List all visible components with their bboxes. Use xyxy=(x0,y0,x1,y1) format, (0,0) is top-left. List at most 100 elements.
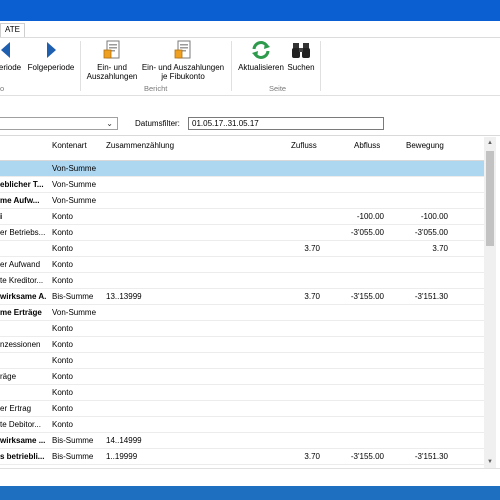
table-row[interactable]: er Aufwand Konto xyxy=(0,257,484,273)
kontenart-cell: Konto xyxy=(52,356,73,365)
kontenart-cell: Konto xyxy=(52,276,73,285)
bewegung-cell: 3.70 xyxy=(432,244,448,253)
kontenart-cell: Konto xyxy=(52,340,73,349)
report-document-icon xyxy=(103,40,120,59)
column-header-bewegung[interactable]: Bewegung xyxy=(406,141,444,150)
bewegung-cell: -3'151.30 xyxy=(414,452,448,461)
table-row[interactable]: wirksame A... Bis-Summe 13..13999 3.70 -3'15… xyxy=(0,289,484,305)
kontenart-cell: Bis-Summe xyxy=(52,452,94,461)
next-period-label: Folgeperiode xyxy=(27,63,75,72)
zufluss-cell: 3.70 xyxy=(304,292,320,301)
kontenart-cell: Konto xyxy=(52,388,73,397)
scroll-down-icon[interactable]: ▼ xyxy=(484,456,496,468)
table-row[interactable]: Konto 3.70 3.70 xyxy=(0,241,484,257)
status-bar xyxy=(0,486,500,500)
ein-aus-label-line1: Ein- und xyxy=(97,63,127,72)
account-name-cell: s betriebli... xyxy=(0,452,45,461)
ein-und-auszahlungen-button[interactable]: Ein- und Auszahlungen xyxy=(84,40,140,81)
column-header-abfluss[interactable]: Abfluss xyxy=(354,141,380,150)
chevron-down-icon[interactable]: ⌄ xyxy=(106,119,113,128)
account-name-cell: te Debitor... xyxy=(0,420,41,429)
previous-period-button[interactable]: eriode xyxy=(0,40,24,72)
table-row[interactable]: te Kreditor... Konto xyxy=(0,273,484,289)
ribbon-separator xyxy=(80,41,81,91)
view-select[interactable]: ⌄ xyxy=(0,117,118,130)
column-header-zusammenzaehlung[interactable]: Zusammenzählung xyxy=(106,141,174,150)
next-period-button[interactable]: Folgeperiode xyxy=(26,40,76,72)
ein-aus-fibu-label-line1: Ein- und Auszahlungen xyxy=(141,63,225,72)
table-row[interactable]: wirksame ... Bis-Summe 14..14999 xyxy=(0,433,484,449)
table-row[interactable]: eblicher T... Von-Summe xyxy=(0,177,484,193)
grid-header: Kontenart Zusammenzählung Zufluss Abflus… xyxy=(0,137,484,161)
zufluss-cell: 3.70 xyxy=(304,452,320,461)
table-row[interactable]: räge Konto xyxy=(0,369,484,385)
abfluss-cell: -3'155.00 xyxy=(350,292,384,301)
search-button[interactable]: Suchen xyxy=(286,40,316,72)
abfluss-cell: -100.00 xyxy=(356,212,384,221)
table-row[interactable]: Konto xyxy=(0,385,484,401)
zusammenzaehlung-cell: 13..13999 xyxy=(106,292,142,301)
ein-aus-label-line2: Auszahlungen xyxy=(86,72,138,81)
account-name-cell: me Aufw... xyxy=(0,196,40,205)
report-document-icon xyxy=(174,40,191,59)
refresh-icon xyxy=(252,41,270,59)
kontenart-cell: Konto xyxy=(52,212,73,221)
ribbon-tab-active[interactable]: ATE xyxy=(0,23,25,37)
zusammenzaehlung-cell: 1..19999 xyxy=(106,452,138,461)
zusammenzaehlung-cell: 14..14999 xyxy=(106,436,142,445)
ein-aus-fibu-label-line2: je Fibukonto xyxy=(161,72,205,81)
abfluss-cell: -3'055.00 xyxy=(350,228,384,237)
kontenart-cell: Bis-Summe xyxy=(52,436,94,445)
table-row[interactable]: me Erträge Von-Summe xyxy=(0,305,484,321)
refresh-button[interactable]: Aktualisieren xyxy=(236,40,286,72)
table-row[interactable]: er Betriebs... Konto -3'055.00 -3'055.00 xyxy=(0,225,484,241)
grid-body: Von-Summe eblicher T... Von-Summe me Aufw..… xyxy=(0,161,484,468)
table-row[interactable]: er Ertrag Konto xyxy=(0,401,484,417)
zufluss-cell: 3.70 xyxy=(304,244,320,253)
account-name-cell: wirksame ... xyxy=(0,436,46,445)
table-row[interactable]: Konto xyxy=(0,353,484,369)
kontenart-cell: Von-Summe xyxy=(52,196,97,205)
date-filter-input[interactable] xyxy=(188,117,384,130)
kontenart-cell: Konto xyxy=(52,260,73,269)
ribbon-tab-strip: ATE xyxy=(0,21,500,38)
table-row[interactable]: i Konto -100.00 -100.00 xyxy=(0,209,484,225)
group-label-partial: o xyxy=(0,84,5,93)
grid-footer-area xyxy=(0,468,500,486)
kontenart-cell: Konto xyxy=(52,372,73,381)
previous-period-label: eriode xyxy=(0,63,22,72)
table-row[interactable]: s betriebli... Bis-Summe 1..19999 3.70 -3'15… xyxy=(0,449,484,465)
data-grid: Kontenart Zusammenzählung Zufluss Abflus… xyxy=(0,137,484,468)
table-row[interactable]: Von-Summe xyxy=(0,161,484,177)
search-label: Suchen xyxy=(287,63,315,72)
account-name-cell: wirksame A... xyxy=(0,292,46,301)
scroll-up-icon[interactable]: ▲ xyxy=(484,137,496,149)
kontenart-cell: Konto xyxy=(52,244,73,253)
ribbon: eriode Folgeperiode o Ein- und Auszahlun… xyxy=(0,38,500,96)
kontenart-cell: Von-Summe xyxy=(52,164,97,173)
vertical-scrollbar[interactable]: ▲ ▼ xyxy=(484,137,496,468)
column-header-zufluss[interactable]: Zufluss xyxy=(291,141,317,150)
kontenart-cell: Von-Summe xyxy=(52,180,97,189)
kontenart-cell: Bis-Summe xyxy=(52,292,94,301)
kontenart-cell: Konto xyxy=(52,324,73,333)
binoculars-icon xyxy=(292,43,310,58)
bewegung-cell: -100.00 xyxy=(420,212,448,221)
kontenart-cell: Konto xyxy=(52,420,73,429)
column-header-kontenart[interactable]: Kontenart xyxy=(52,141,87,150)
bewegung-cell: -3'055.00 xyxy=(414,228,448,237)
account-name-cell: te Kreditor... xyxy=(0,276,44,285)
kontenart-cell: Konto xyxy=(52,228,73,237)
scrollbar-thumb[interactable] xyxy=(486,151,494,246)
table-row[interactable]: te Debitor... Konto xyxy=(0,417,484,433)
arrow-left-icon xyxy=(1,42,10,58)
kontenart-cell: Konto xyxy=(52,404,73,413)
account-name-cell: i xyxy=(0,212,3,221)
ribbon-separator xyxy=(231,41,232,91)
bewegung-cell: -3'151.30 xyxy=(414,292,448,301)
table-row[interactable]: Konto xyxy=(0,321,484,337)
table-row[interactable]: nzessionen Konto xyxy=(0,337,484,353)
ein-aus-je-fibukonto-button[interactable]: Ein- und Auszahlungen je Fibukonto xyxy=(140,40,226,81)
table-row[interactable]: me Aufw... Von-Summe xyxy=(0,193,484,209)
abfluss-cell: -3'155.00 xyxy=(350,452,384,461)
